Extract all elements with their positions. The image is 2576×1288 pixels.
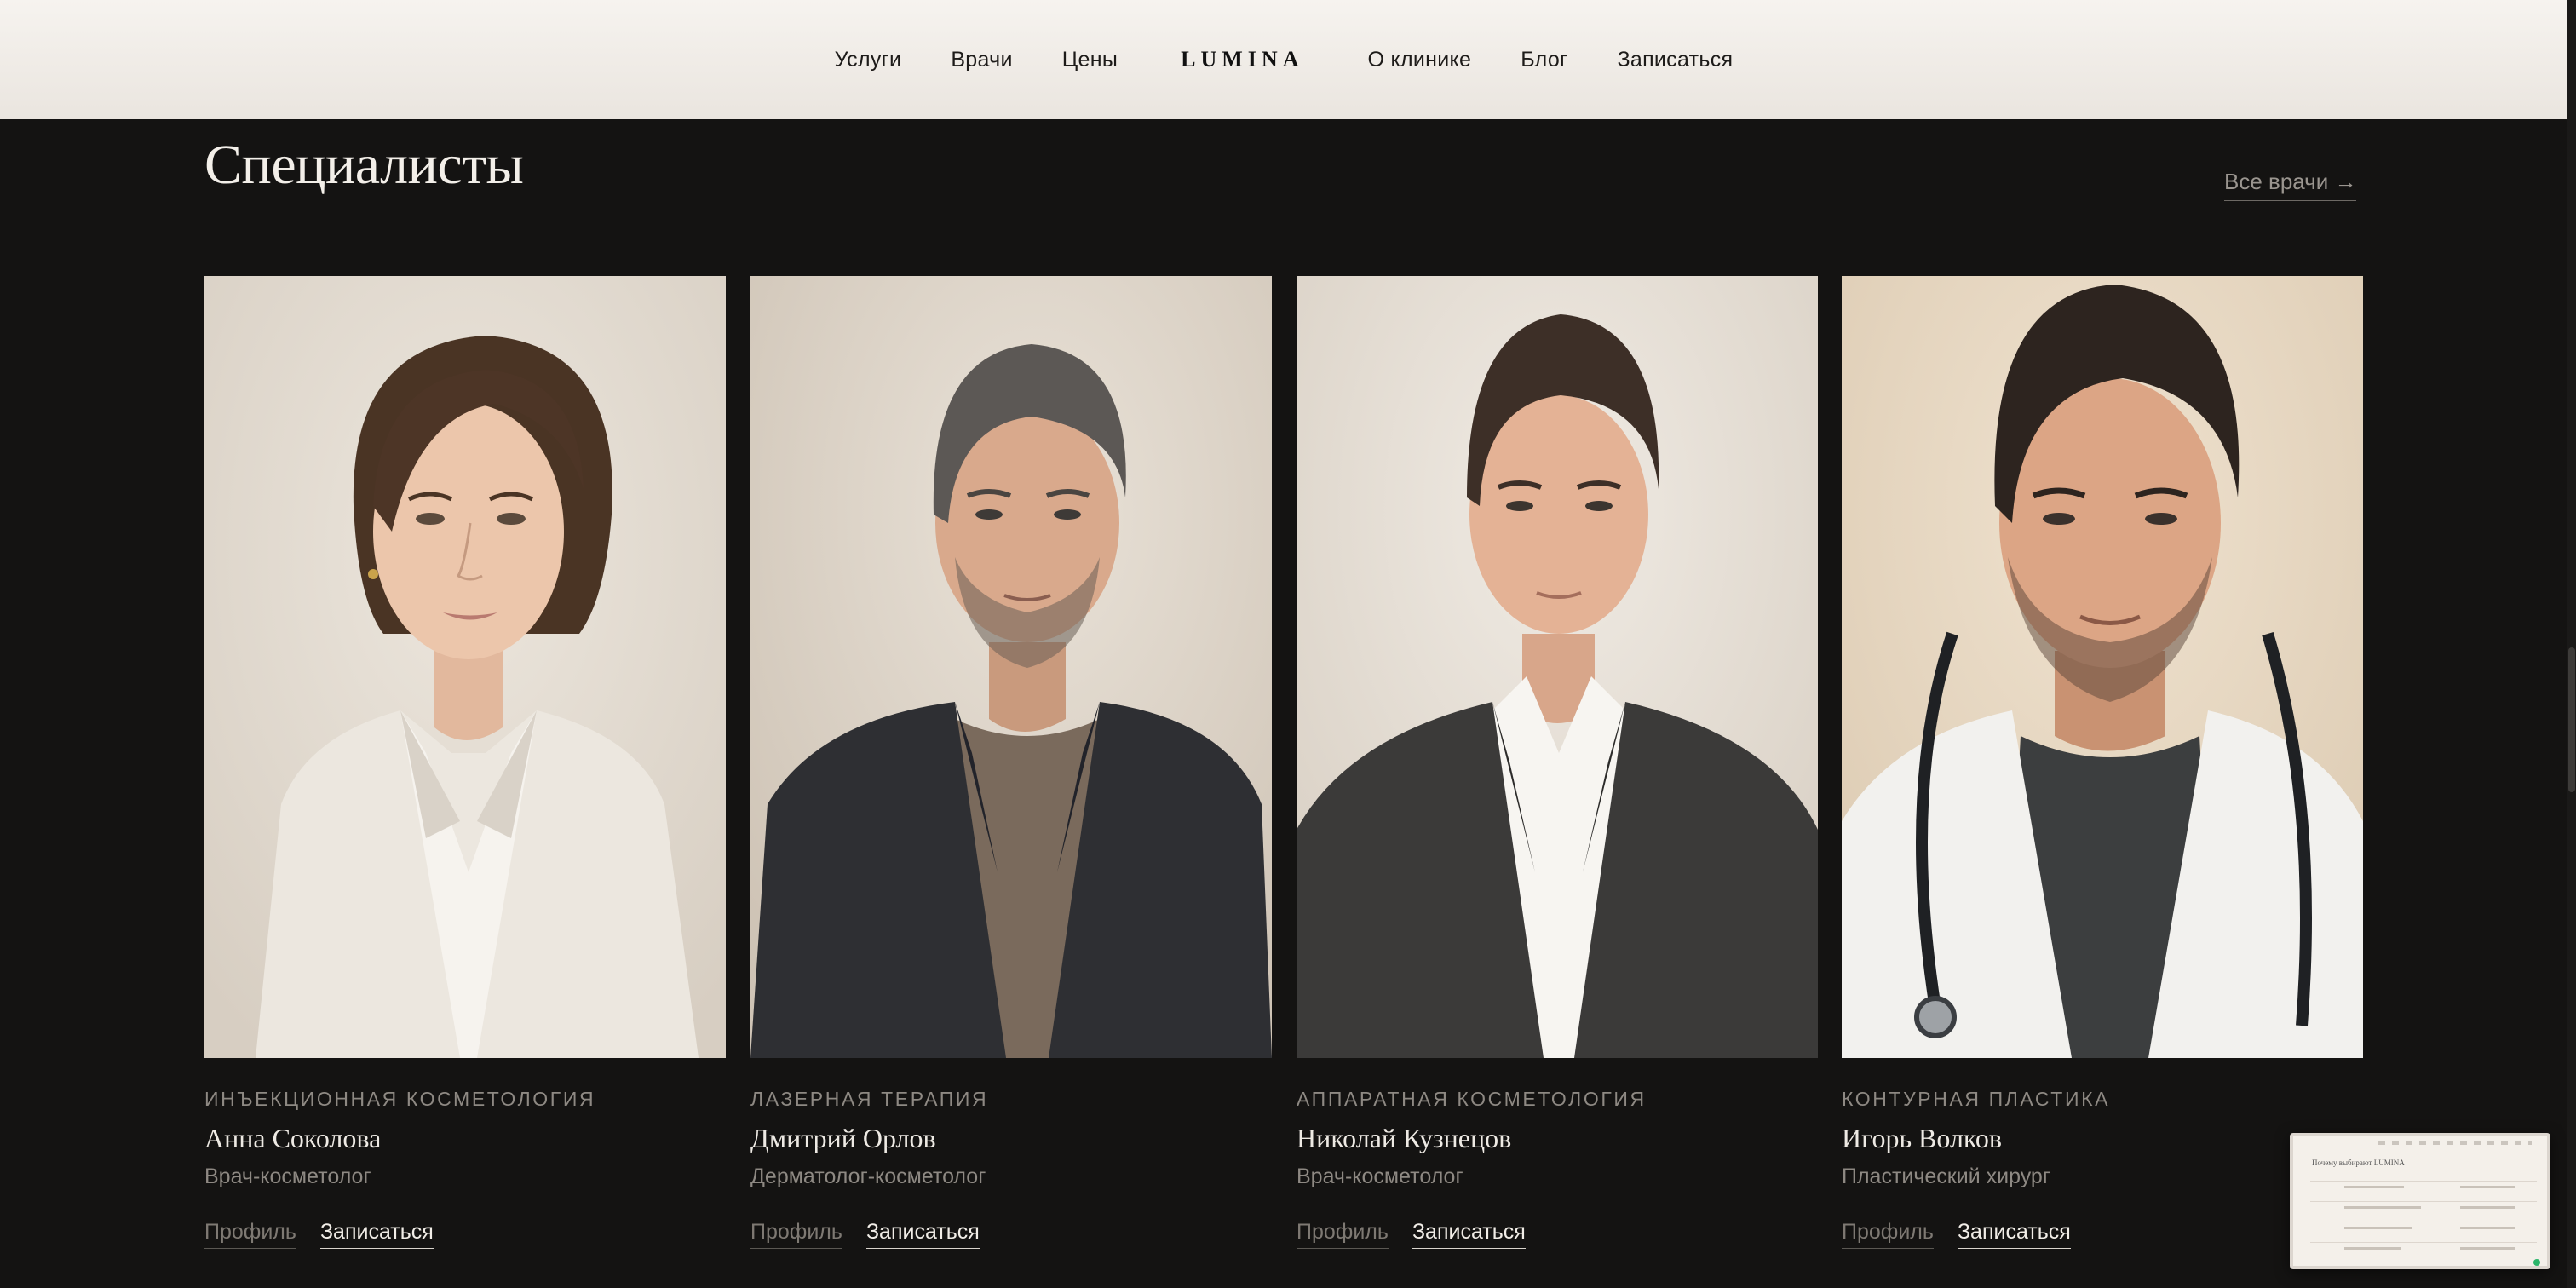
- doctor-specialty: Аппаратная косметология: [1297, 1088, 1647, 1110]
- profile-link[interactable]: Профиль: [1297, 1220, 1389, 1249]
- nav-about[interactable]: О клинике: [1367, 48, 1471, 72]
- card-actions: Профиль Записаться: [750, 1220, 1272, 1249]
- profile-link[interactable]: Профиль: [1842, 1220, 1934, 1249]
- section-title: Специалисты: [204, 134, 524, 196]
- nav-services[interactable]: Услуги: [835, 48, 902, 72]
- card-actions: Профиль Записаться: [204, 1220, 726, 1249]
- doctor-specialty: Инъекционная косметология: [204, 1088, 596, 1110]
- book-link[interactable]: Записаться: [1957, 1220, 2071, 1249]
- main-nav: Услуги Врачи Цены LUMINA О клинике Блог …: [810, 47, 1758, 72]
- book-link[interactable]: Записаться: [319, 1220, 434, 1249]
- thumbnail-text-line: [2460, 1186, 2515, 1188]
- doctor-specialty: Лазерная терапия: [750, 1088, 989, 1110]
- logo[interactable]: LUMINA: [1181, 47, 1303, 72]
- doctor-specialty: Контурная пластика: [1842, 1088, 2111, 1110]
- doctor-photo[interactable]: [204, 276, 726, 1058]
- doctor-role: Врач-косметолог: [1297, 1164, 1463, 1188]
- nav-prices[interactable]: Цены: [1062, 48, 1118, 72]
- thumbnail-divider: [2310, 1181, 2537, 1182]
- all-doctors-link[interactable]: Все врачи →: [2224, 169, 2357, 201]
- doctor-role: Врач-косметолог: [204, 1164, 371, 1188]
- profile-link[interactable]: Профиль: [204, 1220, 296, 1249]
- doctor-photo[interactable]: [1842, 276, 2363, 1058]
- book-link[interactable]: Записаться: [865, 1220, 980, 1249]
- card-actions: Профиль Записаться: [1842, 1220, 2363, 1249]
- thumbnail-text-line: [2344, 1186, 2404, 1188]
- status-dot-icon: [2533, 1259, 2540, 1266]
- doctor-name: Николай Кузнецов: [1297, 1123, 1512, 1153]
- thumbnail-text-line: [2344, 1206, 2421, 1209]
- doctor-name: Дмитрий Орлов: [750, 1123, 936, 1153]
- doctor-card: Лазерная терапия Дмитрий Орлов Дерматоло…: [750, 276, 1272, 1249]
- doctor-card: Инъекционная косметология Анна Соколова …: [204, 276, 726, 1249]
- book-link[interactable]: Записаться: [1412, 1220, 1526, 1249]
- nav-doctors[interactable]: Врачи: [951, 48, 1012, 72]
- scrollbar-thumb[interactable]: [2568, 647, 2575, 792]
- portrait-man-shirt: [1297, 276, 1818, 1058]
- doctor-role: Пластический хирург: [1842, 1164, 2050, 1188]
- portrait-man-jacket: [750, 276, 1272, 1058]
- thumbnail-divider: [2310, 1242, 2537, 1243]
- doctor-role: Дерматолог-косметолог: [750, 1164, 986, 1188]
- site-header: Услуги Врачи Цены LUMINA О клинике Блог …: [0, 0, 2567, 119]
- thumbnail-nav: [2378, 1141, 2532, 1145]
- card-actions: Профиль Записаться: [1297, 1220, 1818, 1249]
- doctor-name: Анна Соколова: [204, 1123, 382, 1153]
- page-preview-thumbnail[interactable]: Почему выбирают LUMINA: [2290, 1133, 2550, 1269]
- doctor-card: Контурная пластика Игорь Волков Пластиче…: [1842, 276, 2363, 1249]
- profile-link[interactable]: Профиль: [750, 1220, 842, 1249]
- doctor-name: Игорь Волков: [1842, 1123, 2002, 1153]
- thumbnail-text-line: [2344, 1247, 2401, 1250]
- doctor-photo[interactable]: [750, 276, 1272, 1058]
- portrait-woman: [204, 276, 726, 1058]
- thumbnail-text-line: [2460, 1206, 2515, 1209]
- thumbnail-text-line: [2460, 1227, 2515, 1229]
- doctor-photo[interactable]: [1297, 276, 1818, 1058]
- doctor-card: Аппаратная косметология Николай Кузнецов…: [1297, 276, 1818, 1249]
- nav-blog[interactable]: Блог: [1521, 48, 1567, 72]
- thumbnail-text-line: [2460, 1247, 2515, 1250]
- nav-book[interactable]: Записаться: [1617, 48, 1733, 72]
- thumbnail-text-line: [2344, 1227, 2412, 1229]
- portrait-man-stethoscope: [1842, 276, 2363, 1058]
- thumbnail-title: Почему выбирают LUMINA: [2312, 1159, 2405, 1167]
- thumbnail-divider: [2310, 1201, 2537, 1202]
- scrollbar-track[interactable]: [2567, 0, 2576, 1288]
